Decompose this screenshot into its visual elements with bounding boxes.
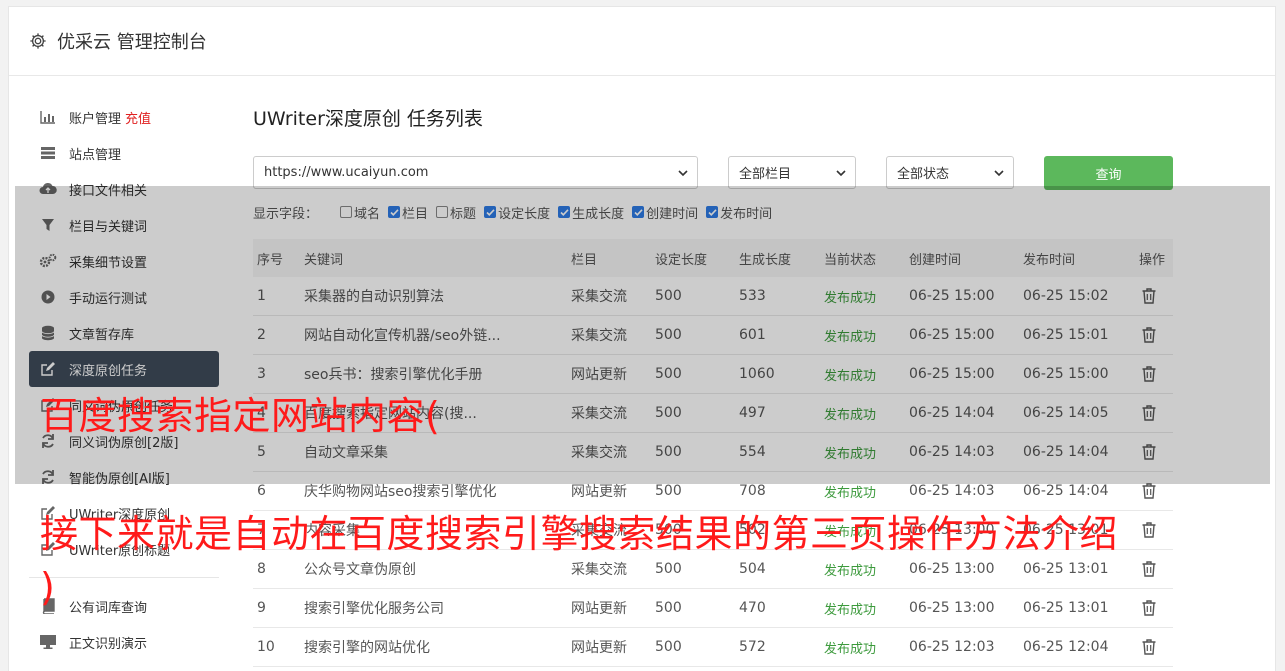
row-published: 06-25 12:04 bbox=[1023, 639, 1109, 655]
trash-icon[interactable] bbox=[1141, 599, 1157, 621]
table-row: 10 搜索引擎的网站优化 网站更新 500 572 发布成功 06-25 12:03 06-2… bbox=[253, 628, 1173, 667]
row-created: 06-25 13:00 bbox=[909, 561, 995, 577]
row-gen-length: 708 bbox=[739, 483, 766, 499]
sidebar-item[interactable]: 正文识别演示 bbox=[29, 624, 219, 660]
row-set-length: 500 bbox=[655, 561, 682, 577]
trash-icon[interactable] bbox=[1141, 482, 1157, 504]
sidebar-item[interactable]: 站点管理 bbox=[29, 135, 219, 171]
trash-icon[interactable] bbox=[1141, 560, 1157, 582]
row-keyword: 公众号文章伪原创 bbox=[304, 562, 416, 578]
sidebar-divider bbox=[29, 577, 219, 578]
row-status: 发布成功 bbox=[824, 641, 877, 657]
table-row: 9 搜索引擎优化服务公司 网站更新 500 470 发布成功 06-25 13:00 06-2… bbox=[253, 589, 1173, 628]
row-set-length: 500 bbox=[655, 600, 682, 616]
bar-chart-icon bbox=[39, 108, 57, 126]
row-gen-length: 572 bbox=[739, 639, 766, 655]
sidebar-item-label: 公有词库查询 bbox=[69, 600, 148, 616]
row-published: 06-25 14:04 bbox=[1023, 483, 1109, 499]
sidebar-item[interactable]: 账户管理 充值 bbox=[29, 99, 219, 135]
row-created: 06-25 12:03 bbox=[909, 639, 995, 655]
filter-bar: https://www.ucaiyun.com 全部栏目 全部状态 查询 bbox=[253, 156, 1173, 190]
chevron-down-icon bbox=[678, 170, 688, 177]
row-keyword: 庆华购物网站seo搜索引擎优化 bbox=[304, 484, 497, 500]
app-title: 优采云 管理控制台 bbox=[57, 32, 207, 53]
monitor-icon bbox=[39, 633, 57, 651]
sidebar-item-label: 正文识别演示 bbox=[69, 636, 148, 652]
row-column: 网站更新 bbox=[571, 640, 627, 656]
row-keyword: 搜索引擎的网站优化 bbox=[304, 640, 430, 656]
row-column: 网站更新 bbox=[571, 601, 627, 617]
row-status: 发布成功 bbox=[824, 602, 877, 618]
caption-line-2: 接下来就是自动在百度搜索引擎搜索结果的第三页操作方法介绍 bbox=[40, 512, 1119, 556]
chevron-down-icon bbox=[836, 170, 846, 177]
recharge-link[interactable]: 充值 bbox=[125, 108, 151, 127]
row-index: 6 bbox=[257, 483, 266, 499]
row-column: 网站更新 bbox=[571, 484, 627, 500]
gear-icon bbox=[30, 33, 46, 49]
trash-icon[interactable] bbox=[1141, 521, 1157, 543]
row-set-length: 500 bbox=[655, 483, 682, 499]
sidebar-item[interactable]: 公有词库查询 bbox=[29, 588, 219, 624]
row-column: 采集交流 bbox=[571, 562, 627, 578]
row-keyword: 搜索引擎优化服务公司 bbox=[304, 601, 444, 617]
row-published: 06-25 13:01 bbox=[1023, 561, 1109, 577]
row-created: 06-25 14:03 bbox=[909, 483, 995, 499]
page-title: UWriter深度原创 任务列表 bbox=[253, 108, 483, 130]
server-icon bbox=[39, 144, 57, 162]
row-index: 8 bbox=[257, 561, 266, 577]
row-status: 发布成功 bbox=[824, 563, 877, 579]
sidebar-item-label: 站点管理 bbox=[69, 147, 122, 163]
row-gen-length: 470 bbox=[739, 600, 766, 616]
row-set-length: 500 bbox=[655, 639, 682, 655]
row-index: 9 bbox=[257, 600, 266, 616]
row-index: 10 bbox=[257, 639, 275, 655]
caption-line-3: ) bbox=[40, 565, 55, 609]
caption-line-1: 百度搜索指定网站内容( bbox=[40, 394, 441, 438]
status-select-value: 全部状态 bbox=[897, 167, 950, 182]
sidebar-item-label: 账户管理 bbox=[69, 111, 122, 127]
status-select[interactable]: 全部状态 bbox=[886, 156, 1014, 189]
site-select[interactable]: https://www.ucaiyun.com bbox=[253, 156, 698, 189]
column-select-value: 全部栏目 bbox=[739, 167, 792, 182]
row-status: 发布成功 bbox=[824, 485, 877, 501]
row-gen-length: 504 bbox=[739, 561, 766, 577]
main-content: UWriter深度原创 任务列表 https://www.ucaiyun.com… bbox=[253, 99, 1173, 667]
query-button[interactable]: 查询 bbox=[1044, 156, 1173, 190]
trash-icon[interactable] bbox=[1141, 638, 1157, 660]
site-select-value: https://www.ucaiyun.com bbox=[264, 165, 429, 180]
row-created: 06-25 13:00 bbox=[909, 600, 995, 616]
column-select[interactable]: 全部栏目 bbox=[728, 156, 856, 189]
app-header: 优采云 管理控制台 bbox=[9, 7, 1275, 76]
chevron-down-icon bbox=[994, 170, 1004, 177]
row-published: 06-25 13:01 bbox=[1023, 600, 1109, 616]
